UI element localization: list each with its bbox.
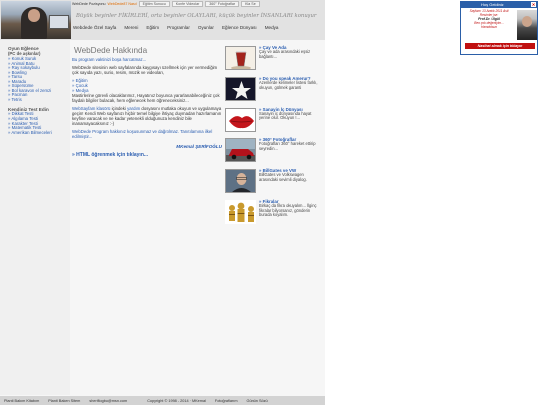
ad-portrait: [517, 10, 537, 40]
info-paragraph: Mastirlerine görevli olacaklarımız, Haya…: [72, 93, 220, 104]
feature-item[interactable]: » Do you speak Amerur? Azerilerde kelime…: [224, 76, 324, 103]
page-title: WebDede Hakkında: [74, 46, 148, 55]
dolls-icon[interactable]: [225, 199, 256, 224]
close-icon[interactable]: ✕: [531, 2, 536, 7]
feature-item[interactable]: » Çay Ve Ada Çay ve ada arasındaki eşsiz…: [224, 45, 324, 72]
sidebar: Oyun Eğlence (PC de aşkınlar) Konuk Suru…: [0, 40, 70, 395]
ad-line: Hamdolsun: [480, 25, 498, 29]
ad-title: Hoş Geldiniz: [481, 2, 504, 7]
header-photo: [1, 1, 71, 39]
topnav-button-1[interactable]: Eğitim Sunucu: [138, 0, 170, 7]
footer-link[interactable]: Günün Sözü: [247, 399, 268, 403]
category-list: Eğitim Çocuk Medya: [72, 78, 222, 94]
feature-desc: Azerilerde kelimeler listesi farklı, oku…: [259, 79, 318, 90]
page: WebDede Pozisyonu WebDede87 Nasıl Eğitim…: [0, 0, 325, 405]
sidebar-link[interactable]: Amerikan Bilmeceleri: [8, 130, 70, 136]
feature-desc: Sanayin iç dünyasında hayat yerine olur.…: [259, 110, 312, 121]
feature-desc: Çay ve ada arasındaki eşsiz bağlantı...: [259, 49, 311, 59]
nav-item-ozel[interactable]: Webdede Özel Sayfa: [73, 25, 116, 30]
html-learn-label: HTML öğrenmek için tıklayın...: [76, 151, 149, 158]
feature-item[interactable]: » Fikralar Birkaç da fikra okuyalım... İ…: [224, 199, 324, 226]
main-content: WebDede Hakkında Bu program vaktinizi bo…: [72, 45, 222, 158]
top-nav: WebDede Pozisyonu WebDede87 Nasıl Eğitim…: [72, 0, 325, 7]
help-paragraph: WebSayfam klasörü içindeki yardım dosyas…: [72, 106, 222, 127]
flag-star-icon[interactable]: [225, 76, 256, 101]
footer: Planti Bakım Kitabım Planti Baken Sitem …: [0, 396, 325, 405]
footer-email[interactable]: sheriflogbu@msn.com: [89, 399, 127, 403]
ad-button[interactable]: Nasihat almak için tıklayın: [465, 43, 535, 49]
feature-desc: Fotoğrafları 360° hareket ettirip seyred…: [259, 141, 316, 152]
intro-link[interactable]: Bu program vaktinizi boşa harcatmaz...: [72, 57, 222, 63]
monitor-image: [49, 15, 69, 29]
topnav-highlight-link[interactable]: WebDede87 Nasıl: [108, 2, 137, 6]
topnav-button-4[interactable]: Kla Se: [241, 0, 260, 7]
footer-link[interactable]: Fotoğraflarım: [215, 399, 238, 403]
portrait-icon[interactable]: [225, 169, 256, 194]
header: WebDede Pozisyonu WebDede87 Nasıl Eğitim…: [0, 0, 325, 40]
nav-item-medya[interactable]: Medya: [265, 25, 279, 30]
feature-item[interactable]: » BillGates ve VW BillGates ve Volkswage…: [224, 168, 324, 195]
feature-item[interactable]: » Sanayin İç Dünyası Sanayin iç dünyasın…: [224, 107, 324, 134]
intro-paragraph: WebDede sitesinin web sayfalarında kaygı…: [72, 64, 218, 75]
nav-item-programlar[interactable]: Programlar: [167, 25, 190, 30]
red-lips-icon[interactable]: [225, 107, 256, 132]
html-learn-link[interactable]: » HTML öğrenmek için tıklayın...: [72, 152, 222, 158]
topnav-button-3[interactable]: 360° Fotoğraflar: [205, 0, 240, 7]
feature-desc: BillGates ve Volkswagen arasındaki sevim…: [259, 172, 307, 182]
topnav-button-2[interactable]: Konfe Videolar: [171, 0, 204, 7]
tagline: Büyük beyinler FİKİRLERİ, orta beyinler …: [76, 13, 317, 19]
topnav-home-link[interactable]: WebDede Pozisyonu: [72, 2, 106, 6]
ad-face: [522, 16, 532, 27]
copyright: Copyright © 1998 - 2014 · MKemal: [147, 398, 206, 403]
feature-item[interactable]: » 360° Fotoğraflar Fotoğrafları 360° har…: [224, 137, 324, 164]
ad-body: Sayfam: 13 Aralık 2011 Asti Resimler ise…: [463, 9, 515, 42]
feature-column: » Çay Ve Ada Çay ve ada arasındaki eşsiz…: [224, 45, 324, 230]
nav-item-egitim[interactable]: Eğitim: [146, 25, 159, 30]
car-photo-icon[interactable]: [225, 138, 256, 163]
face-image: [28, 9, 40, 22]
main-nav: Webdede Özel Sayfa Mereni Eğitim Program…: [73, 25, 279, 30]
footer-link[interactable]: Planti Baken Sitem: [48, 399, 80, 403]
feature-desc: Birkaç da fikra okuyalım... İlginç fikra…: [259, 202, 317, 218]
nav-item-mereni[interactable]: Mereni: [124, 25, 138, 30]
ad-header: Hoş Geldiniz ✕: [461, 2, 537, 8]
tea-glass-icon[interactable]: [225, 46, 256, 70]
signature: MKemal ŞERİFOĞLU: [176, 143, 222, 149]
welcome-ad[interactable]: Hoş Geldiniz ✕ Sayfam: 13 Aralık 2011 Ast…: [460, 1, 538, 55]
footer-link[interactable]: Planti Bakım Kitabım: [4, 399, 39, 403]
nav-item-oyunlar[interactable]: Oyunlar: [198, 25, 214, 30]
license-paragraph: WebDede Program hakkınız koşusunmaz ve d…: [72, 128, 213, 139]
nav-item-eglence[interactable]: Eğlence Dünyası: [222, 25, 257, 30]
